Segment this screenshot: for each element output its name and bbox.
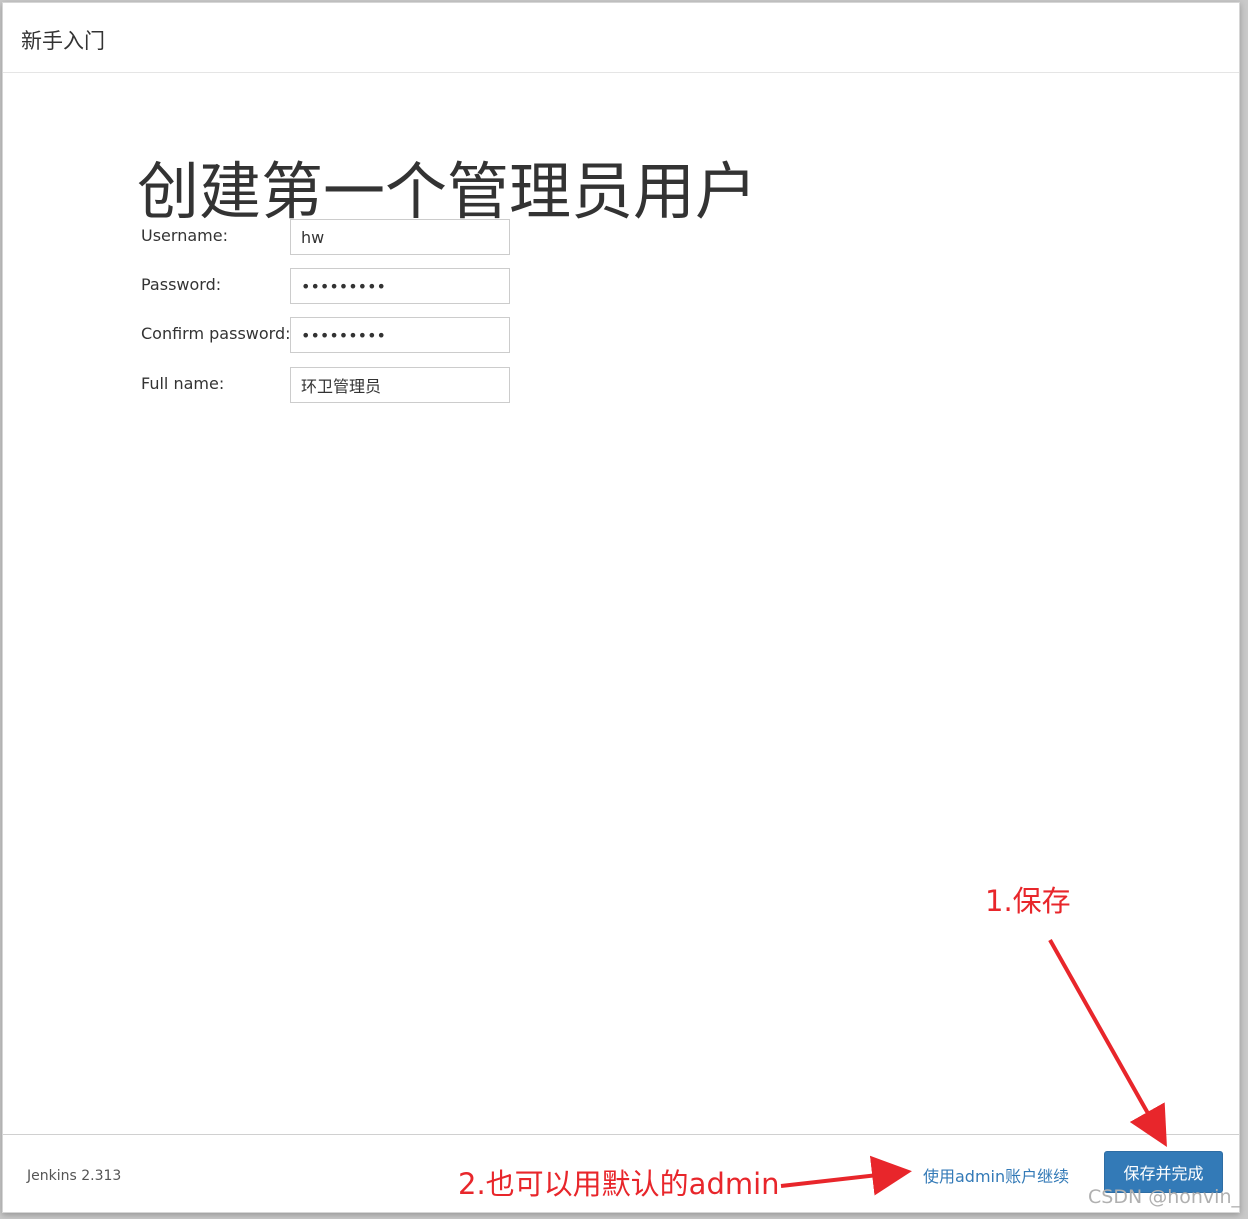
username-input[interactable] [290,219,510,255]
password-label: Password: [141,275,222,294]
setup-wizard-dialog: 新手入门 创建第一个管理员用户 Username: Password: Conf… [2,2,1240,1213]
full-name-input[interactable] [290,367,510,403]
password-input[interactable] [290,268,510,304]
username-label: Username: [141,226,228,245]
full-name-label: Full name: [141,374,225,393]
continue-as-admin-link[interactable]: 使用admin账户继续 [923,1163,1069,1187]
page-title: 创建第一个管理员用户 [137,155,758,228]
confirm-password-label: Confirm password: [141,324,291,343]
watermark: CSDN @honvin_ [1088,1186,1241,1208]
annotation-save-note: 1.保存 [985,884,1071,918]
annotation-admin-note: 2.也可以用默认的admin [458,1167,780,1201]
dialog-header: 新手入门 [3,3,1239,73]
confirm-password-input[interactable] [290,317,510,353]
header-title: 新手入门 [21,29,105,53]
version-label: Jenkins 2.313 [27,1168,122,1184]
